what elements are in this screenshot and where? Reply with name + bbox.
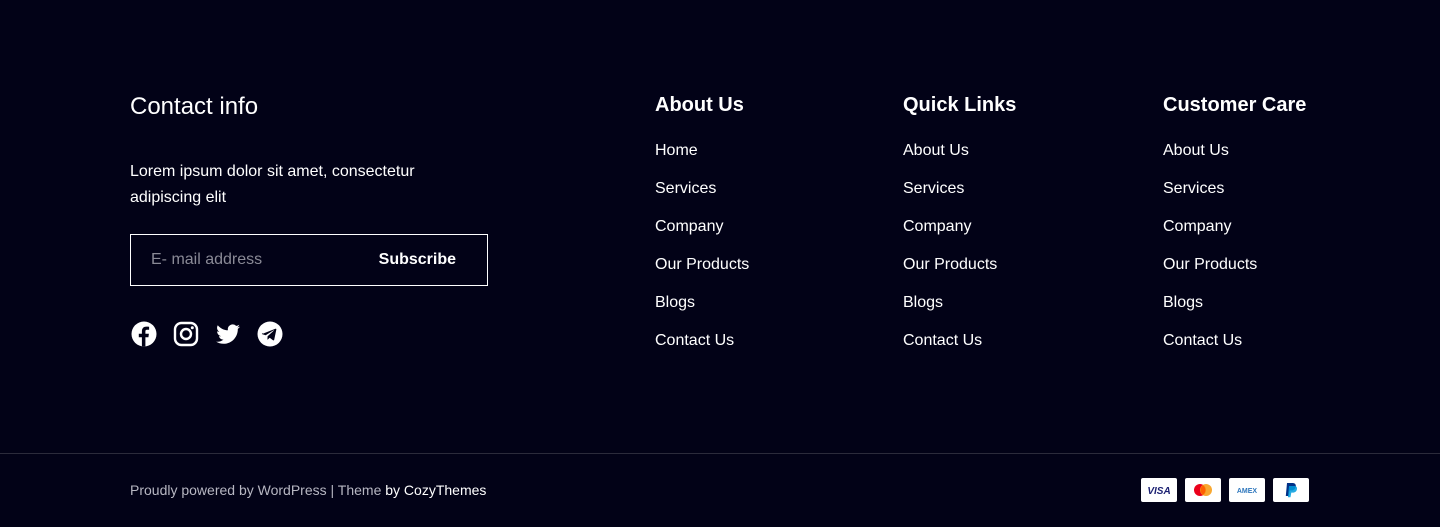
footer-link-contact-us[interactable]: Contact Us: [1163, 332, 1242, 349]
footer-link-home[interactable]: Home: [655, 142, 698, 159]
amex-card-icon: AMEX: [1229, 478, 1265, 502]
column-title: Quick Links: [903, 94, 1017, 116]
list-item: Our Products: [903, 254, 1016, 292]
payment-methods: VISA AMEX: [1141, 478, 1309, 502]
list-item: Contact Us: [655, 330, 749, 368]
cozythemes-link[interactable]: by CozyThemes: [385, 482, 486, 498]
link-list: About Us Services Company Our Products B…: [1163, 140, 1306, 368]
telegram-icon[interactable]: [257, 321, 283, 347]
mastercard-icon: [1185, 478, 1221, 502]
footer-link-about-us[interactable]: About Us: [903, 142, 969, 159]
footer-link-contact-us[interactable]: Contact Us: [655, 332, 734, 349]
facebook-icon[interactable]: [131, 321, 157, 347]
contact-description: Lorem ipsum dolor sit amet, consectetur …: [130, 163, 415, 206]
powered-by-wordpress-link[interactable]: Proudly powered by WordPress: [130, 482, 327, 498]
list-item: Company: [1163, 216, 1306, 254]
subscribe-button[interactable]: Subscribe: [359, 235, 487, 285]
list-item: Services: [903, 178, 1016, 216]
visa-card-icon: VISA: [1141, 478, 1177, 502]
quick-links-column: Quick Links About Us Services Company Ou…: [903, 92, 1016, 368]
newsletter-form: Subscribe: [130, 234, 488, 286]
link-list: Home Services Company Our Products Blogs…: [655, 140, 749, 368]
footer-link-company[interactable]: Company: [1163, 218, 1231, 235]
email-input[interactable]: [131, 235, 359, 285]
footer-link-our-products[interactable]: Our Products: [1163, 256, 1257, 273]
footer-link-about-us[interactable]: About Us: [1163, 142, 1229, 159]
list-item: Company: [903, 216, 1016, 254]
footer-link-company[interactable]: Company: [655, 218, 723, 235]
amex-wordmark: AMEX: [1237, 488, 1258, 495]
site-credits: Proudly powered by WordPress | Theme by …: [130, 480, 486, 500]
list-item: About Us: [1163, 140, 1306, 178]
list-item: Company: [655, 216, 749, 254]
list-item: Blogs: [903, 292, 1016, 330]
footer-link-blogs[interactable]: Blogs: [1163, 294, 1203, 311]
footer-link-services[interactable]: Services: [1163, 180, 1224, 197]
contact-info-heading: Contact info: [130, 93, 259, 120]
list-item: Contact Us: [903, 330, 1016, 368]
site-footer: Contact info Lorem ipsum dolor sit amet,…: [0, 0, 1440, 453]
column-title: About Us: [655, 94, 744, 116]
twitter-icon[interactable]: [215, 321, 241, 347]
footer-link-services[interactable]: Services: [903, 180, 964, 197]
list-item: Our Products: [1163, 254, 1306, 292]
footer-divider: [0, 453, 1440, 454]
column-title: Customer Care: [1163, 94, 1307, 116]
list-item: About Us: [903, 140, 1016, 178]
social-links: [131, 321, 283, 347]
footer-link-blogs[interactable]: Blogs: [903, 294, 943, 311]
about-us-column: About Us Home Services Company Our Produ…: [655, 92, 749, 368]
list-item: Blogs: [655, 292, 749, 330]
customer-care-column: Customer Care About Us Services Company …: [1163, 92, 1306, 368]
footer-link-contact-us[interactable]: Contact Us: [903, 332, 982, 349]
footer-link-our-products[interactable]: Our Products: [903, 256, 997, 273]
credits-separator: |: [330, 482, 335, 498]
footer-link-company[interactable]: Company: [903, 218, 971, 235]
footer-link-blogs[interactable]: Blogs: [655, 294, 695, 311]
footer-link-services[interactable]: Services: [655, 180, 716, 197]
list-item: Contact Us: [1163, 330, 1306, 368]
list-item: Home: [655, 140, 749, 178]
link-list: About Us Services Company Our Products B…: [903, 140, 1016, 368]
list-item: Blogs: [1163, 292, 1306, 330]
theme-label: Theme: [337, 482, 382, 498]
paypal-card-icon: [1273, 478, 1309, 502]
footer-link-our-products[interactable]: Our Products: [655, 256, 749, 273]
instagram-icon[interactable]: [173, 321, 199, 347]
list-item: Our Products: [655, 254, 749, 292]
list-item: Services: [1163, 178, 1306, 216]
list-item: Services: [655, 178, 749, 216]
visa-wordmark: VISA: [1147, 486, 1170, 496]
